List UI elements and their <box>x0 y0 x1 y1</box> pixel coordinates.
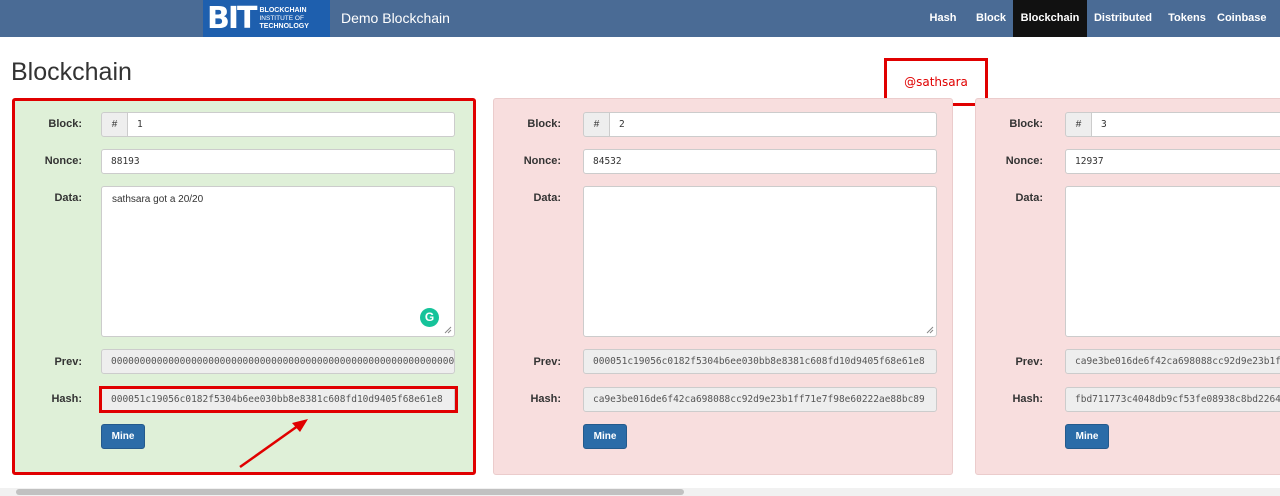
hash-field: fbd711773c4048db9cf53fe08938c8bd2264 <box>1065 387 1280 412</box>
block-number-addon: # <box>101 112 128 137</box>
hash-label: Hash: <box>51 393 82 405</box>
data-label: Data: <box>54 192 82 204</box>
logo-text: BLOCKCHAIN INSTITUTE OF TECHNOLOGY <box>260 7 309 31</box>
logo-line-2: INSTITUTE OF <box>259 14 304 22</box>
prev-label: Prev: <box>1015 356 1043 368</box>
nav-item-block[interactable]: Block <box>969 0 1013 37</box>
nav-item-blockchain[interactable]: Blockchain <box>1013 0 1087 37</box>
nonce-label: Nonce: <box>1005 155 1043 167</box>
hash-highlight-annotation <box>99 386 458 413</box>
logo-line-3: TECHNOLOGY <box>259 22 309 30</box>
nonce-input[interactable]: 88193 <box>101 149 455 174</box>
horizontal-scrollbar[interactable] <box>0 488 1280 496</box>
grammarly-icon[interactable]: G <box>420 308 439 327</box>
scrollbar-thumb[interactable] <box>16 489 684 495</box>
data-text: sathsara got a 20/20 <box>112 194 204 205</box>
prev-label: Prev: <box>54 356 82 368</box>
block-number-addon: # <box>583 112 610 137</box>
nonce-label: Nonce: <box>523 155 561 167</box>
page-title: Blockchain <box>11 58 132 86</box>
data-textarea[interactable] <box>1065 186 1280 337</box>
data-textarea[interactable]: sathsara got a 20/20 G <box>101 186 455 337</box>
data-label: Data: <box>533 192 561 204</box>
hash-label: Hash: <box>1012 393 1043 405</box>
mine-button[interactable]: Mine <box>1065 424 1109 449</box>
logo-line-1: BLOCKCHAIN <box>259 6 307 14</box>
mine-button[interactable]: Mine <box>583 424 627 449</box>
nonce-input[interactable]: 12937 <box>1065 149 1280 174</box>
mine-button[interactable]: Mine <box>101 424 145 449</box>
resize-handle-icon[interactable] <box>926 326 934 334</box>
block-label: Block: <box>527 118 561 130</box>
arrow-icon <box>239 419 308 469</box>
prev-hash-field: ca9e3be016de6f42ca698088cc92d9e23b1ff71e… <box>1065 349 1280 374</box>
prev-hash-field: 0000000000000000000000000000000000000000… <box>101 349 455 374</box>
nav-item-tokens[interactable]: Tokens <box>1159 0 1215 37</box>
hash-field: ca9e3be016de6f42ca698088cc92d9e23b1ff71e… <box>583 387 937 412</box>
block-number-input[interactable]: 2 <box>609 112 937 137</box>
block-label: Block: <box>1009 118 1043 130</box>
block-label: Block: <box>48 118 82 130</box>
block-card-3: Block: # 3 Nonce: 12937 Data: Prev: ca9e… <box>975 98 1280 475</box>
data-label: Data: <box>1015 192 1043 204</box>
nonce-input[interactable]: 84532 <box>583 149 937 174</box>
nav-item-coinbase[interactable]: Coinbase <box>1215 0 1280 37</box>
prev-hash-field: 000051c19056c0182f5304b6ee030bb8e8381c60… <box>583 349 937 374</box>
nav-item-hash[interactable]: Hash <box>917 0 969 37</box>
prev-label: Prev: <box>533 356 561 368</box>
block-number-input[interactable]: 3 <box>1091 112 1280 137</box>
nonce-label: Nonce: <box>44 155 82 167</box>
handle-text: @sathsara <box>904 75 968 89</box>
brand-title[interactable]: Demo Blockchain <box>341 0 450 37</box>
hash-label: Hash: <box>530 393 561 405</box>
bit-logo[interactable]: BIT BLOCKCHAIN INSTITUTE OF TECHNOLOGY <box>203 0 330 37</box>
resize-handle-icon[interactable] <box>444 326 452 334</box>
block-card-2: Block: # 2 Nonce: 84532 Data: Prev: 0000… <box>493 98 953 475</box>
logo-mark: BIT <box>207 1 257 36</box>
navbar: BIT BLOCKCHAIN INSTITUTE OF TECHNOLOGY D… <box>0 0 1280 37</box>
data-textarea[interactable] <box>583 186 937 337</box>
block-number-addon: # <box>1065 112 1092 137</box>
main-nav: Hash Block Blockchain Distributed Tokens… <box>917 0 1280 37</box>
nav-item-distributed[interactable]: Distributed <box>1087 0 1159 37</box>
block-number-input[interactable]: 1 <box>127 112 455 137</box>
